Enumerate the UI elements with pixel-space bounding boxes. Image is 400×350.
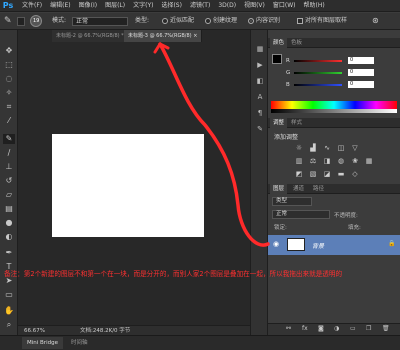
red-arrow-annotation (153, 42, 270, 247)
annotation-text: 备注：第2个新建的图层不和第一个在一块，而是分开的，而别人家2个图层是叠加在一起… (4, 270, 343, 278)
